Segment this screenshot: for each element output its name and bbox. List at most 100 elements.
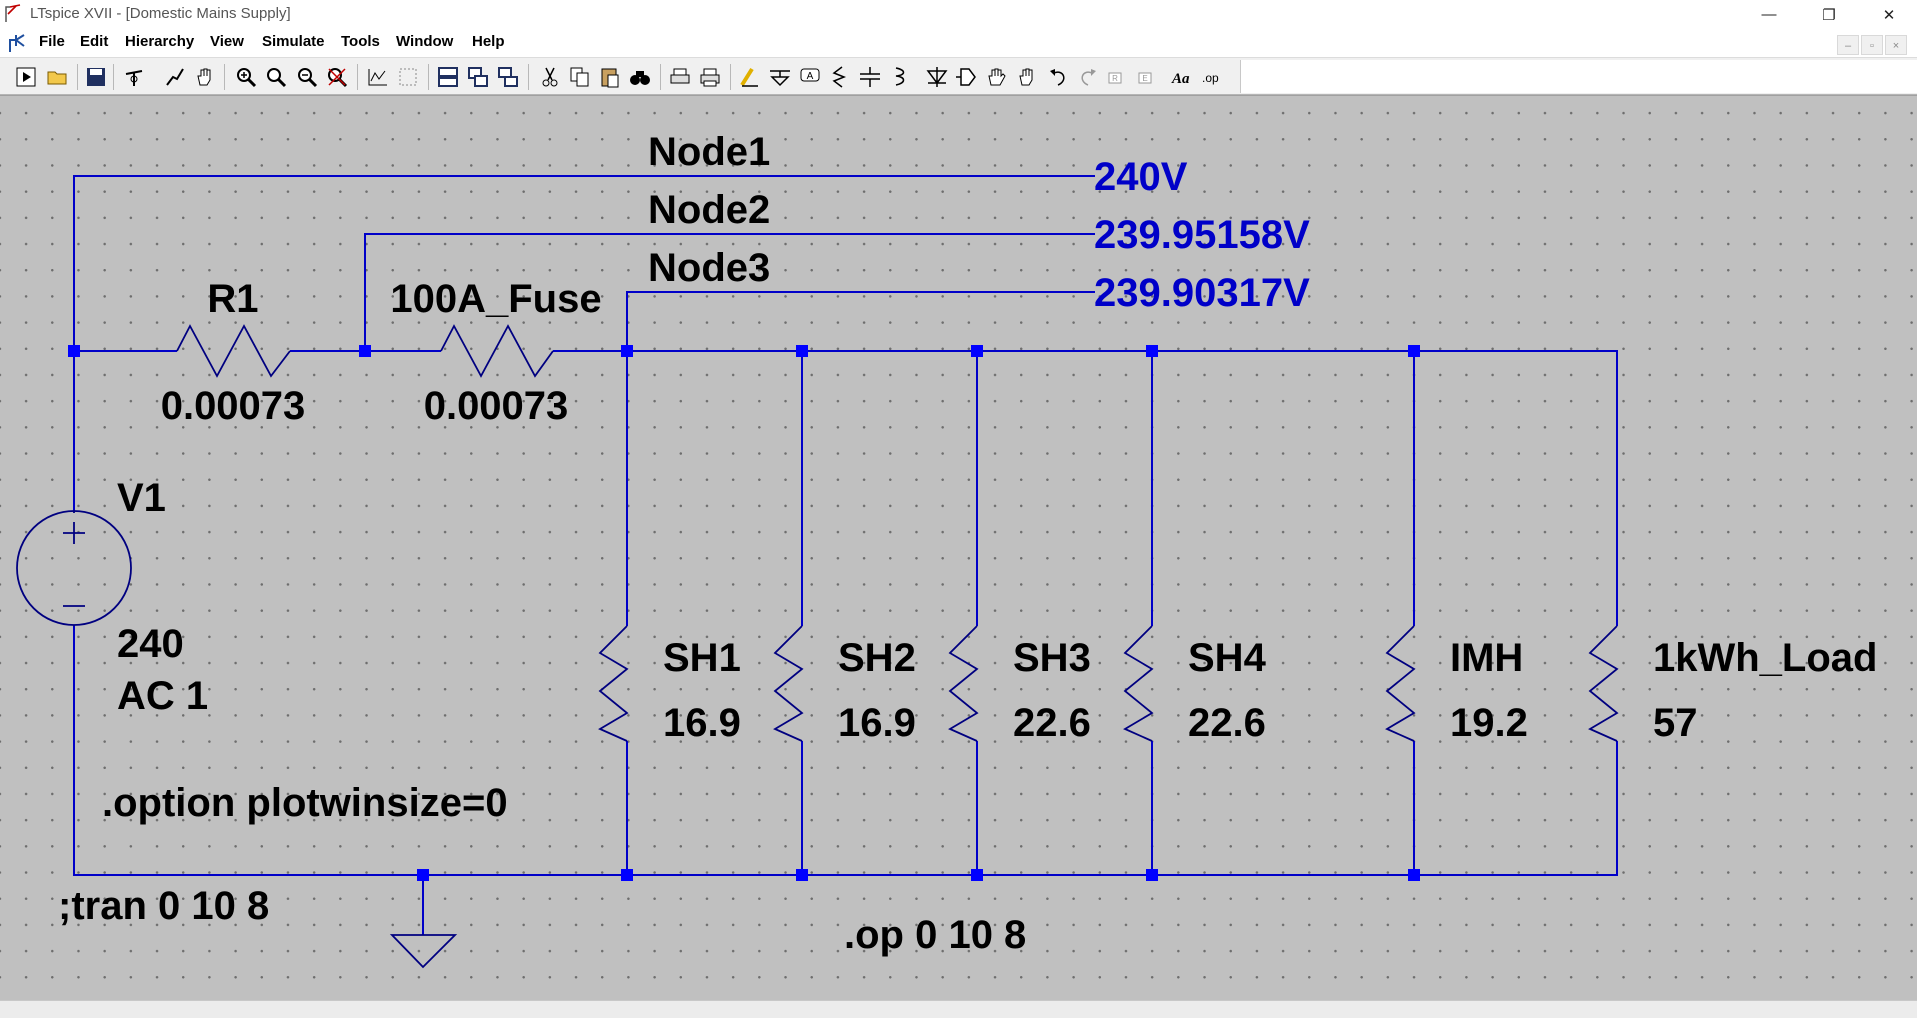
resistor-fuse-symbol[interactable]: [440, 324, 554, 378]
mirror-icon[interactable]: E: [1136, 65, 1160, 89]
sh2-name[interactable]: SH2: [838, 636, 916, 680]
zoom-in-icon[interactable]: [234, 65, 258, 89]
wire-node1-label[interactable]: [73, 175, 1095, 351]
v1-value[interactable]: 240: [117, 622, 184, 666]
junction: [359, 345, 371, 357]
v1-ac-value[interactable]: AC 1: [117, 674, 208, 718]
redo-icon[interactable]: [1076, 65, 1100, 89]
op-directive[interactable]: .op 0 10 8: [844, 913, 1026, 957]
save-icon[interactable]: [84, 65, 108, 89]
zoom-out-icon[interactable]: [295, 65, 319, 89]
ground-symbol[interactable]: [389, 934, 458, 969]
move-icon[interactable]: [985, 65, 1009, 89]
copy-icon[interactable]: [568, 65, 592, 89]
load-1kwh-value[interactable]: 57: [1653, 701, 1698, 745]
resistor-sh4-symbol[interactable]: [1123, 625, 1154, 742]
menu-view[interactable]: View: [210, 33, 244, 50]
close-button[interactable]: ✕: [1861, 0, 1917, 29]
junction: [621, 345, 633, 357]
spice-directive-icon[interactable]: .op: [1201, 65, 1225, 89]
print-setup-icon[interactable]: [668, 65, 692, 89]
find-icon[interactable]: [628, 65, 652, 89]
resistor-1kwh-load-symbol[interactable]: [1588, 625, 1619, 742]
grid-icon[interactable]: [396, 65, 420, 89]
zoom-fit-icon[interactable]: [325, 65, 349, 89]
component-icon[interactable]: [955, 65, 979, 89]
fuse-value[interactable]: 0.00073: [424, 384, 569, 428]
wire-node3-label[interactable]: [626, 291, 1095, 351]
node2-label[interactable]: Node2: [648, 188, 770, 232]
restore-button[interactable]: ❐: [1801, 0, 1857, 29]
menu-edit[interactable]: Edit: [80, 33, 108, 50]
mdi-close-button[interactable]: ×: [1885, 35, 1907, 55]
imh-value[interactable]: 19.2: [1450, 701, 1528, 745]
zoom-area-icon[interactable]: [264, 65, 288, 89]
op-icon-label: .op: [1202, 71, 1219, 85]
probe-icon[interactable]: [163, 65, 187, 89]
inductor-icon[interactable]: [888, 65, 912, 89]
ltspice-app-icon[interactable]: [4, 4, 24, 24]
imh-name[interactable]: IMH: [1450, 636, 1523, 680]
r1-value[interactable]: 0.00073: [161, 384, 306, 428]
drag-icon[interactable]: [1015, 65, 1039, 89]
wire-fuse-bus[interactable]: [553, 350, 1618, 626]
menu-hierarchy[interactable]: Hierarchy: [125, 33, 194, 50]
mdi-restore-button[interactable]: ▫: [1861, 35, 1883, 55]
resistor-sh2-symbol[interactable]: [773, 625, 804, 742]
menu-help[interactable]: Help: [472, 33, 505, 50]
menu-tools[interactable]: Tools: [341, 33, 380, 50]
schematic-canvas[interactable]: Node1 Node2 Node3 240V 239.95158V 239.90…: [0, 95, 1917, 1001]
r1-name[interactable]: R1: [207, 277, 258, 321]
ground-icon[interactable]: [768, 65, 792, 89]
label-net-icon[interactable]: A: [798, 65, 822, 89]
tile-vertical-icon[interactable]: [466, 65, 490, 89]
mdi-minimize-button[interactable]: –: [1837, 35, 1859, 55]
option-directive[interactable]: .option plotwinsize=0: [102, 781, 508, 825]
junction: [417, 869, 429, 881]
junction: [971, 345, 983, 357]
resistor-sh3-symbol[interactable]: [948, 625, 979, 742]
node3-label[interactable]: Node3: [648, 246, 770, 290]
sh2-value[interactable]: 16.9: [838, 701, 916, 745]
voltage-source-v1-symbol[interactable]: [16, 510, 132, 626]
junction: [1408, 869, 1420, 881]
tile-horizontal-icon[interactable]: [436, 65, 460, 89]
fuse-name[interactable]: 100A_Fuse: [390, 277, 601, 321]
schematic-drawing[interactable]: Node1 Node2 Node3 240V 239.95158V 239.90…: [0, 96, 1917, 1001]
sh3-name[interactable]: SH3: [1013, 636, 1091, 680]
sh1-name[interactable]: SH1: [663, 636, 741, 680]
control-panel-icon[interactable]: [122, 65, 146, 89]
node2-voltage: 239.95158V: [1094, 213, 1310, 257]
sh4-value[interactable]: 22.6: [1188, 701, 1266, 745]
schematic-document-icon[interactable]: [6, 32, 28, 54]
autorange-icon[interactable]: [366, 65, 390, 89]
capacitor-icon[interactable]: [858, 65, 882, 89]
run-icon[interactable]: [14, 65, 38, 89]
node1-label[interactable]: Node1: [648, 130, 770, 174]
undo-icon[interactable]: [1046, 65, 1070, 89]
cut-icon[interactable]: [538, 65, 562, 89]
tran-comment[interactable]: ;tran 0 10 8: [58, 884, 269, 928]
menu-window[interactable]: Window: [396, 33, 453, 50]
paste-icon[interactable]: [598, 65, 622, 89]
resistor-imh-symbol[interactable]: [1385, 625, 1416, 742]
resistor-sh1-symbol[interactable]: [598, 625, 629, 742]
cascade-icon[interactable]: [496, 65, 520, 89]
menu-file[interactable]: File: [39, 33, 65, 50]
sh3-value[interactable]: 22.6: [1013, 701, 1091, 745]
resistor-r1-symbol[interactable]: [176, 324, 291, 378]
load-1kwh-name[interactable]: 1kWh_Load: [1653, 636, 1877, 680]
minimize-button[interactable]: —: [1741, 0, 1797, 29]
resistor-icon[interactable]: [828, 65, 852, 89]
sh1-value[interactable]: 16.9: [663, 701, 741, 745]
sh4-name[interactable]: SH4: [1188, 636, 1267, 680]
diode-icon[interactable]: [925, 65, 949, 89]
rotate-icon[interactable]: R: [1106, 65, 1130, 89]
open-icon[interactable]: [46, 65, 70, 89]
text-icon[interactable]: Aa: [1171, 65, 1195, 89]
v1-name[interactable]: V1: [117, 476, 166, 520]
menu-simulate[interactable]: Simulate: [262, 33, 325, 50]
wire-icon[interactable]: [738, 65, 762, 89]
pan-icon[interactable]: [193, 65, 217, 89]
print-icon[interactable]: [698, 65, 722, 89]
